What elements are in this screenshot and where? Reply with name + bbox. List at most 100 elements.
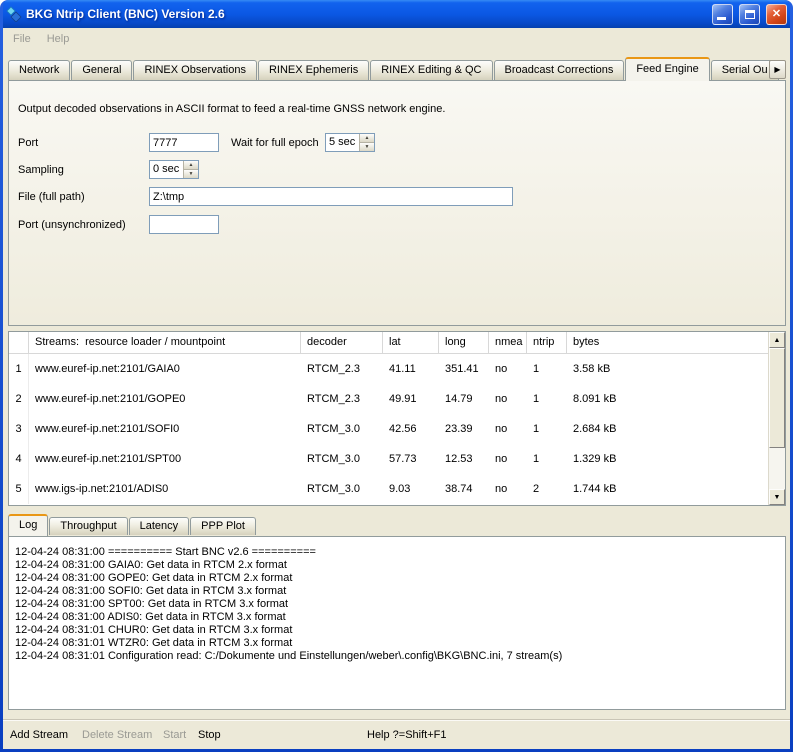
tab-ppp-plot[interactable]: PPP Plot (190, 517, 256, 535)
menu-help[interactable]: Help (39, 31, 78, 47)
spinner-buttons: ▲ ▼ (183, 161, 198, 178)
log-line: 12-04-24 08:31:01 Configuration read: C:… (15, 650, 779, 663)
stop-button[interactable]: Stop (198, 729, 221, 741)
cell-long: 351.41 (439, 354, 489, 384)
sampling-spinbox[interactable]: 0 sec ▲ ▼ (149, 160, 199, 179)
col-header-lat: lat (383, 332, 439, 353)
cell-ntrip: 1 (527, 354, 567, 384)
cell-mountpoint: www.euref-ip.net:2101/GAIA0 (29, 354, 301, 384)
col-header-bytes: bytes (567, 332, 768, 353)
scrollbar-track[interactable] (769, 348, 785, 489)
start-button[interactable]: Start (163, 729, 186, 741)
port-unsync-label: Port (unsynchronized) (18, 219, 126, 231)
port-input[interactable] (149, 133, 219, 152)
log-line: 12-04-24 08:31:00 ========== Start BNC v… (15, 546, 779, 559)
scroll-up-icon: ▲ (774, 337, 781, 344)
corner-header-cell (9, 332, 29, 353)
add-stream-button[interactable]: Add Stream (10, 729, 68, 741)
maximize-button[interactable] (739, 4, 760, 25)
port-unsync-input[interactable] (149, 215, 219, 234)
col-header-ntrip: ntrip (527, 332, 567, 353)
file-path-input[interactable] (149, 187, 513, 206)
stream-row[interactable]: 1 www.euref-ip.net:2101/GAIA0 RTCM_2.3 4… (9, 354, 768, 384)
log-line: 12-04-24 08:31:00 ADIS0: Get data in RTC… (15, 611, 779, 624)
scrollbar-thumb[interactable] (769, 348, 785, 448)
bottom-tab-bar: Log Throughput Latency PPP Plot (8, 514, 257, 536)
log-line: 12-04-24 08:31:00 GOPE0: Get data in RTC… (15, 572, 779, 585)
col-header-mountpoint: Streams: resource loader / mountpoint (29, 332, 301, 353)
log-line: 12-04-24 08:31:01 CHUR0: Get data in RTC… (15, 624, 779, 637)
spin-up-icon[interactable]: ▲ (184, 161, 198, 170)
row-number: 2 (9, 384, 29, 414)
cell-decoder: RTCM_2.3 (301, 354, 383, 384)
log-line: 12-04-24 08:31:01 WTZR0: Get data in RTC… (15, 637, 779, 650)
cell-lat: 57.73 (383, 444, 439, 474)
bnc-window: BKG Ntrip Client (BNC) Version 2.6 ✕ Fil… (0, 0, 793, 752)
maximize-icon (745, 10, 755, 19)
stream-row[interactable]: 4 www.euref-ip.net:2101/SPT00 RTCM_3.0 5… (9, 444, 768, 474)
cell-bytes: 1.329 kB (567, 444, 768, 474)
log-view[interactable]: 12-04-24 08:31:00 ========== Start BNC v… (8, 536, 786, 710)
stream-row[interactable]: 2 www.euref-ip.net:2101/GOPE0 RTCM_2.3 4… (9, 384, 768, 414)
row-number: 4 (9, 444, 29, 474)
scroll-down-icon: ▼ (774, 494, 781, 501)
cell-lat: 41.11 (383, 354, 439, 384)
tab-rinex-ephemeris[interactable]: RINEX Ephemeris (258, 60, 369, 80)
col-header-nmea: nmea (489, 332, 527, 353)
tab-throughput[interactable]: Throughput (49, 517, 127, 535)
action-toolbar: Add Stream Delete Stream Start Stop Help… (3, 721, 790, 749)
panel-description: Output decoded observations in ASCII for… (18, 103, 445, 115)
cell-mountpoint: www.euref-ip.net:2101/SPT00 (29, 444, 301, 474)
cell-nmea: no (489, 474, 527, 504)
tab-latency[interactable]: Latency (129, 517, 190, 535)
delete-stream-button[interactable]: Delete Stream (82, 729, 152, 741)
tab-scroll-right-button[interactable]: ▶ (769, 60, 786, 79)
tab-rinex-observations[interactable]: RINEX Observations (133, 60, 256, 80)
minimize-icon (717, 17, 726, 20)
client-area: File Help Network General RINEX Observat… (3, 28, 790, 749)
spin-up-icon[interactable]: ▲ (360, 134, 374, 143)
window-title: BKG Ntrip Client (BNC) Version 2.6 (26, 7, 706, 21)
wait-epoch-spinbox[interactable]: 5 sec ▲ ▼ (325, 133, 375, 152)
cell-long: 12.53 (439, 444, 489, 474)
spin-down-icon[interactable]: ▼ (184, 170, 198, 178)
cell-mountpoint: www.euref-ip.net:2101/SOFI0 (29, 414, 301, 444)
chevron-right-icon: ▶ (774, 65, 780, 74)
cell-ntrip: 1 (527, 414, 567, 444)
tab-bar: Network General RINEX Observations RINEX… (8, 57, 786, 81)
cell-decoder: RTCM_2.3 (301, 384, 383, 414)
scroll-down-button[interactable]: ▼ (769, 489, 785, 505)
tab-broadcast-corrections[interactable]: Broadcast Corrections (494, 60, 625, 80)
log-line: 12-04-24 08:31:00 SPT00: Get data in RTC… (15, 598, 779, 611)
cell-nmea: no (489, 414, 527, 444)
close-button[interactable]: ✕ (766, 4, 787, 25)
log-line: 12-04-24 08:31:00 SOFI0: Get data in RTC… (15, 585, 779, 598)
wait-epoch-value: 5 sec (326, 134, 359, 151)
table-scrollbar[interactable]: ▲ ▼ (768, 332, 785, 505)
cell-lat: 9.03 (383, 474, 439, 504)
stream-row[interactable]: 5 www.igs-ip.net:2101/ADIS0 RTCM_3.0 9.0… (9, 474, 768, 504)
stream-row[interactable]: 3 www.euref-ip.net:2101/SOFI0 RTCM_3.0 4… (9, 414, 768, 444)
cell-nmea: no (489, 354, 527, 384)
col-header-long: long (439, 332, 489, 353)
minimize-button[interactable] (712, 4, 733, 25)
title-bar[interactable]: BKG Ntrip Client (BNC) Version 2.6 ✕ (3, 0, 790, 28)
cell-ntrip: 1 (527, 384, 567, 414)
cell-ntrip: 2 (527, 474, 567, 504)
cell-long: 14.79 (439, 384, 489, 414)
tab-log[interactable]: Log (8, 514, 48, 536)
tab-network[interactable]: Network (8, 60, 70, 80)
cell-bytes: 3.58 kB (567, 354, 768, 384)
tab-feed-engine[interactable]: Feed Engine (625, 57, 709, 81)
streams-table-header: Streams: resource loader / mountpoint de… (9, 332, 768, 354)
cell-lat: 49.91 (383, 384, 439, 414)
row-number: 5 (9, 474, 29, 504)
tab-rinex-editing-qc[interactable]: RINEX Editing & QC (370, 60, 492, 80)
col-header-decoder: decoder (301, 332, 383, 353)
cell-lat: 42.56 (383, 414, 439, 444)
spin-down-icon[interactable]: ▼ (360, 143, 374, 151)
app-icon[interactable] (6, 6, 22, 22)
scroll-up-button[interactable]: ▲ (769, 332, 785, 348)
tab-general[interactable]: General (71, 60, 132, 80)
menu-file[interactable]: File (5, 31, 39, 47)
